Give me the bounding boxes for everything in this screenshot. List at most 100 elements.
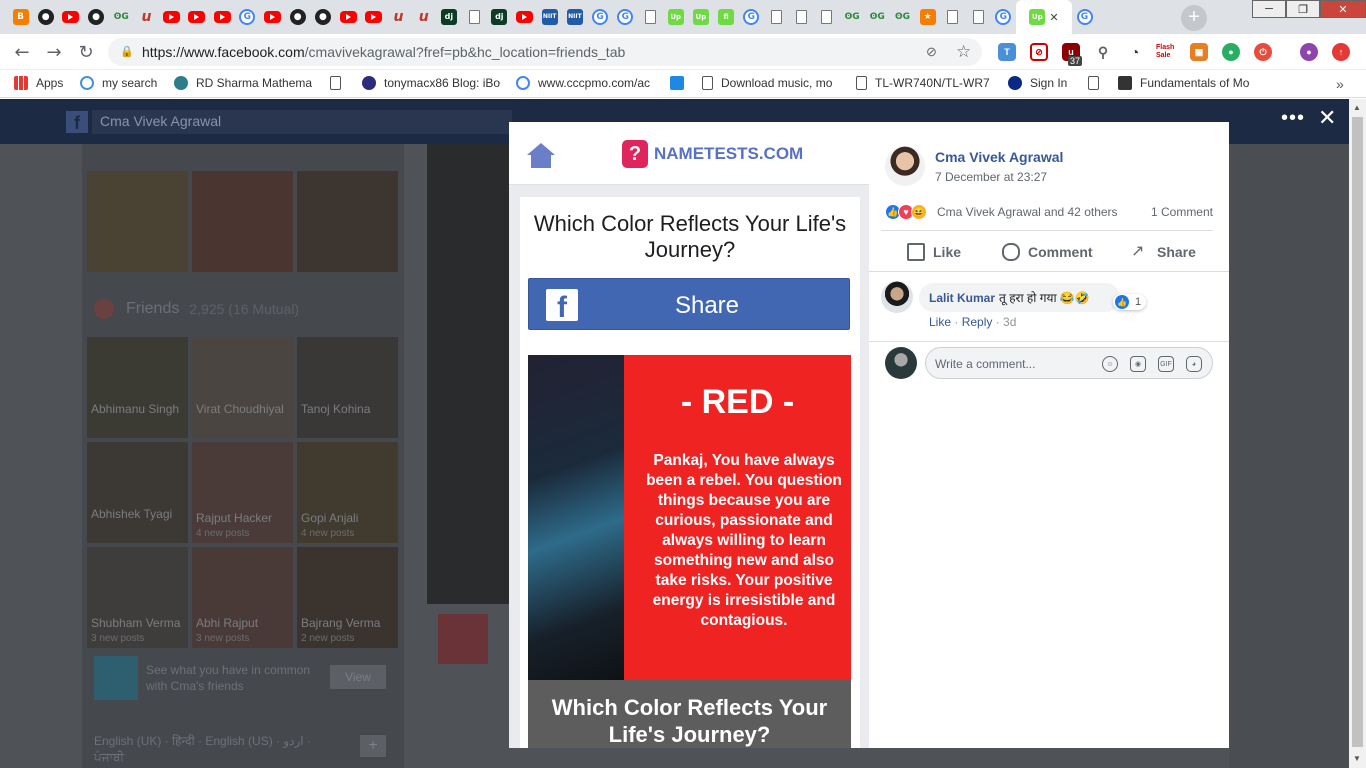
nametests-logo[interactable]: ? NAMETESTS.COM [622, 140, 803, 168]
browser-tab-g-search[interactable]: G [739, 0, 764, 34]
browser-tab-u[interactable]: u [386, 0, 411, 34]
browser-tab-doc[interactable] [966, 0, 991, 34]
reactions-summary[interactable]: Cma Vivek Agrawal and 42 others [937, 205, 1118, 219]
browser-tab-fiverr[interactable]: fi [714, 0, 739, 34]
photo-thumb[interactable] [297, 171, 398, 272]
browser-tab-github[interactable]: ● [33, 0, 58, 34]
browser-tab-doc[interactable] [638, 0, 663, 34]
browser-tab-google[interactable]: G [588, 0, 613, 34]
photo-thumb[interactable] [87, 171, 188, 272]
comment-like-count[interactable]: 👍 1 [1113, 294, 1147, 310]
browser-tab-u[interactable]: u [134, 0, 159, 34]
friend-name[interactable]: Shubham Verma [91, 617, 187, 630]
page-scrollbar[interactable]: ▲ ▼ [1349, 99, 1366, 768]
friend-tile[interactable]: Rajput Hacker 4 new posts [192, 442, 293, 543]
browser-tab-youtube[interactable] [512, 0, 537, 34]
bookmark-home[interactable] [670, 76, 692, 90]
friend-name[interactable]: Abhi Rajput [196, 617, 292, 630]
browser-tab-youtube[interactable] [159, 0, 184, 34]
emoji-icon[interactable]: ☺ [1102, 356, 1118, 372]
adblock-extension-icon[interactable]: ⊘ [1030, 43, 1048, 61]
bookmark-page-2[interactable] [1088, 76, 1107, 90]
friend-tile[interactable]: Abhishek Tyagi [87, 442, 188, 543]
browser-tab-upwork-active[interactable]: Up ✕ [1016, 0, 1072, 34]
browser-tab-youtube[interactable] [210, 0, 235, 34]
browser-tab-google[interactable]: G [991, 0, 1016, 34]
browser-tab-youtube[interactable] [260, 0, 285, 34]
author-avatar[interactable] [885, 146, 925, 186]
maximize-button[interactable]: ❐ [1286, 0, 1320, 18]
browser-tab-google[interactable]: G [613, 0, 638, 34]
browser-tab-dj[interactable]: dj [487, 0, 512, 34]
power-extension-icon[interactable]: ⏻ [1254, 43, 1272, 61]
browser-tab-gmail[interactable]: ʘG [890, 0, 915, 34]
friend-name[interactable]: Gopi Anjali [301, 512, 397, 525]
browser-tab-doc[interactable] [814, 0, 839, 34]
browser-tab-badge[interactable]: ★ [915, 0, 940, 34]
friend-name[interactable]: Abhishek Tyagi [91, 508, 187, 521]
post-timestamp[interactable]: 7 December at 23:27 [935, 170, 1047, 184]
facebook-share-button[interactable]: f Share [528, 278, 850, 330]
theater-close-icon[interactable]: ✕ [1318, 105, 1336, 131]
bookmark-sign-in[interactable]: Sign In [1008, 76, 1067, 90]
reload-button[interactable]: ↻ [74, 41, 98, 63]
address-bar[interactable]: 🔒 https://www.facebook.com/cmavivekagraw… [108, 38, 982, 66]
browser-tab-youtube[interactable] [361, 0, 386, 34]
comment-like-link[interactable]: Like [929, 315, 951, 329]
profile-avatar[interactable]: ● [1300, 43, 1318, 61]
new-tab-button[interactable]: + [1181, 5, 1207, 31]
shopping-extension-icon[interactable]: ▦ [1190, 43, 1208, 61]
share-button[interactable]: ↗ Share [1131, 242, 1196, 262]
friend-tile[interactable]: Virat Choudhiyal [192, 337, 293, 438]
browser-tab-youtube[interactable] [184, 0, 209, 34]
browser-tab-doc[interactable] [940, 0, 965, 34]
friends-title[interactable]: Friends [126, 300, 179, 318]
friend-name[interactable]: Rajput Hacker [196, 512, 292, 525]
friend-tile[interactable]: Tanoj Kohina [297, 337, 398, 438]
view-button[interactable]: View [330, 665, 386, 689]
bookmark-cccpmo[interactable]: www.cccpmo.com/ac [516, 76, 650, 90]
browser-tab-u[interactable]: u [411, 0, 436, 34]
comment-button[interactable]: Comment [1002, 242, 1093, 262]
bookmark-rd-sharma[interactable]: RD Sharma Mathema [174, 76, 312, 90]
friend-name[interactable]: Virat Choudhiyal [196, 403, 292, 416]
browser-tab-blogger[interactable]: B [8, 0, 33, 34]
commenter-avatar[interactable] [881, 281, 913, 313]
browser-tab-gmail[interactable]: ʘG [865, 0, 890, 34]
reaction-icons[interactable]: 👍 ♥ 😆 [885, 204, 927, 222]
result-footer[interactable]: Which Color Reflects Your Life's Journey… [528, 680, 851, 748]
friend-tile[interactable]: Bajrang Verma 2 new posts [297, 547, 398, 648]
browser-tab-github[interactable]: ● [285, 0, 310, 34]
comment-time[interactable]: 3d [1003, 315, 1016, 329]
like-button[interactable]: Like [907, 242, 961, 262]
friend-tile[interactable]: Abhimanu Singh [87, 337, 188, 438]
comment-count[interactable]: 1 Comment [1151, 205, 1213, 219]
browser-tab-gmail[interactable]: ʘG [840, 0, 865, 34]
browser-tab-doc[interactable] [789, 0, 814, 34]
home-icon[interactable] [526, 141, 556, 169]
update-icon[interactable]: ↑ [1332, 43, 1350, 61]
language-links[interactable]: English (UK) · हिन्दी · English (US) · ا… [94, 733, 324, 765]
browser-tab-upwork[interactable]: Up [688, 0, 713, 34]
bike-extension-icon[interactable]: ⚲ [1094, 43, 1112, 61]
bookmark-apps[interactable]: Apps [14, 76, 63, 90]
speed-extension-icon[interactable]: ◔ [1126, 43, 1144, 61]
friend-name[interactable]: Tanoj Kohina [301, 403, 397, 416]
comment-input[interactable]: Write a comment... ☺ ◉ GIF ◕ [925, 347, 1213, 379]
browser-tab-google[interactable]: G [235, 0, 260, 34]
back-button[interactable]: ← [10, 41, 34, 63]
flash-sale-icon[interactable]: Flash Sale [1156, 44, 1176, 60]
browser-tab-github[interactable]: ● [84, 0, 109, 34]
tab-close-icon[interactable]: ✕ [1049, 11, 1058, 24]
browser-tab-dj[interactable]: dj [436, 0, 461, 34]
bookmark-my-search[interactable]: my search [80, 76, 157, 90]
minimize-button[interactable]: ─ [1252, 0, 1286, 18]
bookmark-star-icon[interactable]: ☆ [956, 42, 971, 62]
bookmark-fundamentals[interactable]: Fundamentals of Mo [1118, 76, 1249, 90]
add-language-button[interactable]: + [360, 735, 386, 757]
friend-tile[interactable]: Gopi Anjali 4 new posts [297, 442, 398, 543]
sticker-icon[interactable]: ◕ [1186, 356, 1202, 372]
translate-extension-icon[interactable]: T [998, 43, 1016, 61]
friend-name[interactable]: Abhimanu Singh [91, 403, 187, 416]
facebook-search-input[interactable]: Cma Vivek Agrawal [92, 110, 512, 134]
